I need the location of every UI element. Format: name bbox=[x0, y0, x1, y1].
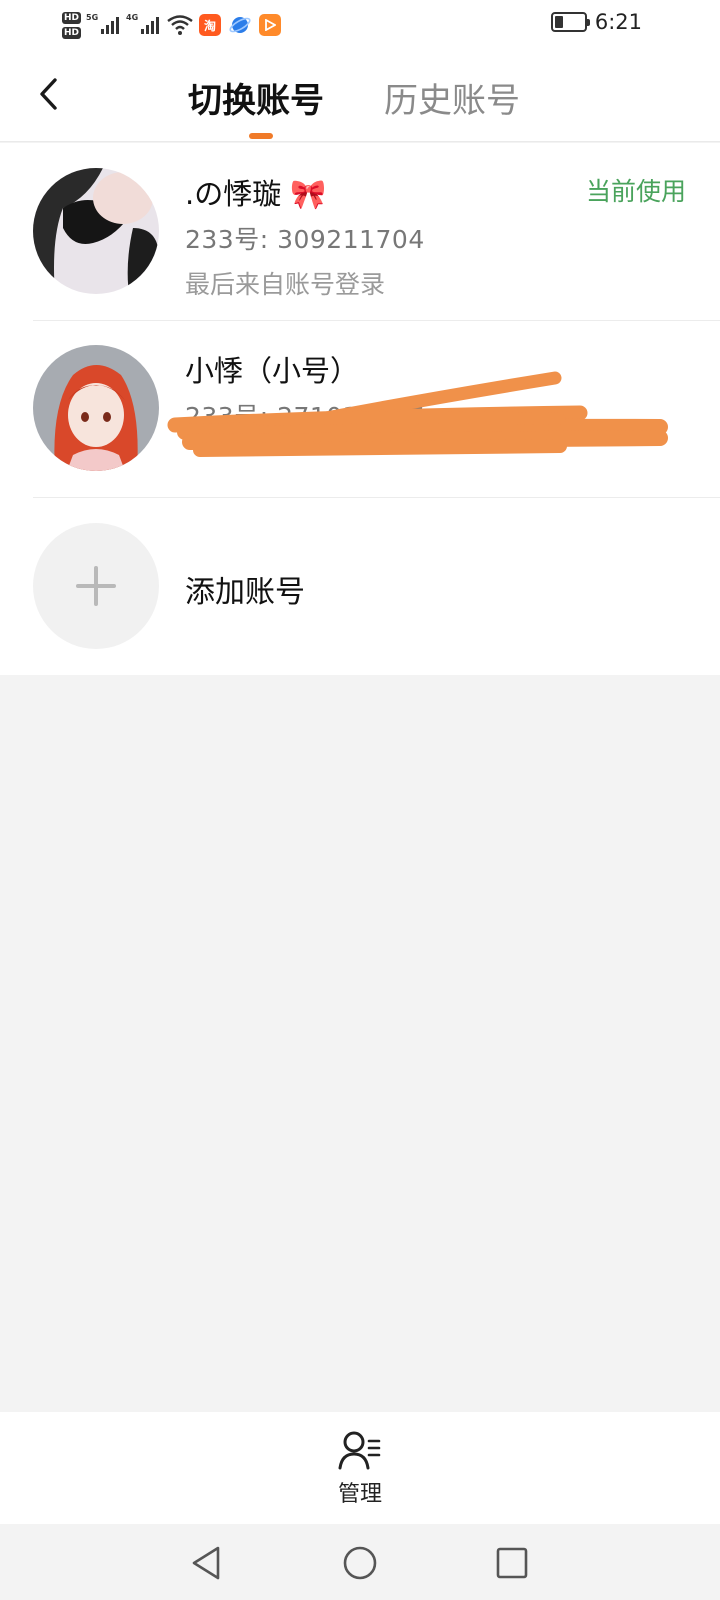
tab-switch-account[interactable]: 切换账号 bbox=[188, 73, 324, 122]
avatar-dark-hair bbox=[33, 168, 159, 294]
status-icons-left: HD HD 5G 4G 淘 bbox=[62, 6, 289, 44]
user-manage-icon bbox=[338, 1431, 381, 1470]
hd-badge-2: HD bbox=[62, 26, 82, 39]
nav-home-button[interactable] bbox=[339, 1542, 381, 1584]
add-account-label: 添加账号 bbox=[185, 575, 305, 610]
account-row-1[interactable]: .の悸璇 🎀 233号: 309211704 最后来自账号登录 当前使用 bbox=[0, 143, 720, 320]
hd-badge-1: HD bbox=[62, 11, 82, 24]
bottom-toolbar: 管理 bbox=[0, 1412, 720, 1524]
status-icons-right: 6:21 bbox=[550, 10, 642, 34]
signal-5g-icon: 5G bbox=[86, 13, 120, 34]
manage-label: 管理 bbox=[337, 1482, 382, 1507]
nav-home-icon bbox=[343, 1546, 377, 1580]
account-name: 小悸（小号） bbox=[185, 354, 360, 388]
hd-indicators: HD HD bbox=[62, 11, 82, 39]
signal-4g-icon: 4G bbox=[126, 13, 160, 34]
account-id: 233号: 309211704 bbox=[185, 225, 425, 254]
plus-icon bbox=[76, 566, 116, 606]
account-list: .の悸璇 🎀 233号: 309211704 最后来自账号登录 当前使用 小悸（… bbox=[0, 143, 720, 675]
clock: 6:21 bbox=[594, 10, 642, 34]
nav-recents-icon bbox=[496, 1547, 528, 1579]
account-name: .の悸璇 🎀 bbox=[185, 177, 327, 211]
nav-back-icon bbox=[192, 1546, 220, 1580]
login-source: 最后来自账号登录 bbox=[185, 270, 386, 299]
battery-icon bbox=[550, 12, 590, 32]
wifi-icon bbox=[167, 15, 193, 35]
tab-history-account[interactable]: 历史账号 bbox=[384, 73, 520, 122]
network-type-4g: 4G bbox=[126, 13, 139, 22]
account-id: 233号: 271033237 bbox=[185, 402, 425, 431]
header: 切换账号 历史账号 bbox=[0, 48, 720, 142]
status-bar: HD HD 5G 4G 淘 6:21 bbox=[0, 0, 720, 48]
add-account-circle bbox=[33, 523, 159, 649]
nav-back-button[interactable] bbox=[185, 1542, 227, 1584]
add-account-button[interactable]: 添加账号 bbox=[0, 497, 720, 675]
nav-recents-button[interactable] bbox=[491, 1542, 533, 1584]
active-tab-indicator bbox=[249, 133, 273, 139]
account-row-2[interactable]: 小悸（小号） 233号: 271033237 bbox=[0, 320, 720, 497]
avatar-red-hair bbox=[33, 345, 159, 471]
current-use-badge: 当前使用 bbox=[585, 177, 686, 206]
network-type-5g: 5G bbox=[86, 13, 99, 22]
back-button[interactable] bbox=[28, 74, 68, 114]
video-player-icon bbox=[259, 14, 282, 36]
system-nav-bar bbox=[0, 1524, 720, 1600]
taobao-icon: 淘 bbox=[199, 14, 222, 36]
browser-icon bbox=[229, 17, 251, 33]
back-arrow-icon bbox=[40, 78, 57, 110]
taobao-glyph: 淘 bbox=[204, 18, 217, 33]
manage-button[interactable]: 管理 bbox=[322, 1430, 398, 1512]
